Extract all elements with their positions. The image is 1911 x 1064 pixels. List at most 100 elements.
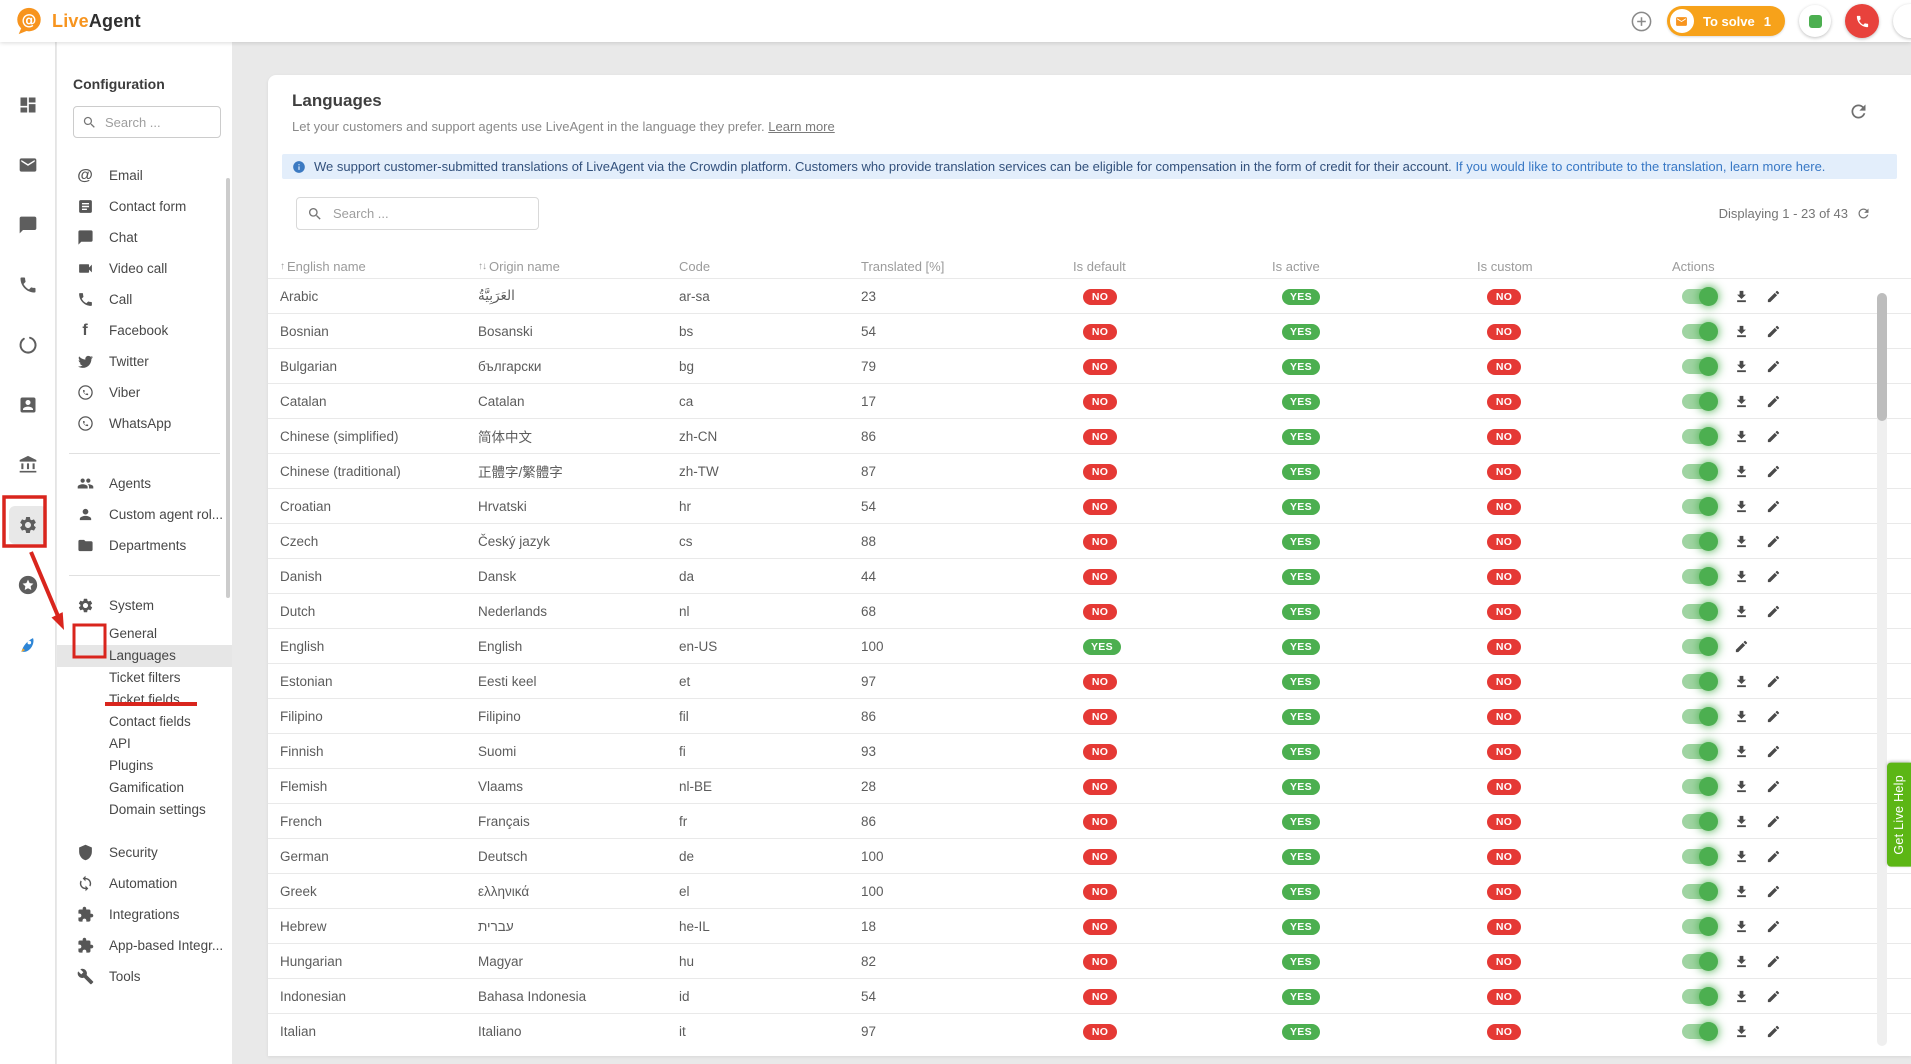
active-toggle[interactable] <box>1682 569 1717 584</box>
edit-icon[interactable] <box>1766 884 1781 899</box>
table-row[interactable]: Dutch Nederlands nl 68 NO YES NO <box>268 593 1911 628</box>
active-toggle[interactable] <box>1682 639 1717 654</box>
edit-icon[interactable] <box>1766 849 1781 864</box>
edit-icon[interactable] <box>1766 779 1781 794</box>
table-row[interactable]: Greek ελληνικά el 100 NO YES NO <box>268 873 1911 908</box>
active-toggle[interactable] <box>1682 709 1717 724</box>
edit-icon[interactable] <box>1766 324 1781 339</box>
download-icon[interactable] <box>1734 604 1749 619</box>
table-row[interactable]: Hebrew עברית he-IL 18 NO YES NO <box>268 908 1911 943</box>
column-header-origin-name[interactable]: ↑↓Origin name <box>478 259 679 274</box>
edit-icon[interactable] <box>1766 289 1781 304</box>
sidebar-item-viber[interactable]: Viber <box>69 377 232 408</box>
sidebar-search[interactable] <box>73 106 221 138</box>
table-row[interactable]: Arabic العَرَبِيَّةُ ar-sa 23 NO YES NO <box>268 278 1911 313</box>
table-row[interactable]: Danish Dansk da 44 NO YES NO <box>268 558 1911 593</box>
table-row[interactable]: Czech Český jazyk cs 88 NO YES NO <box>268 523 1911 558</box>
table-row[interactable]: Hungarian Magyar hu 82 NO YES NO <box>268 943 1911 978</box>
download-icon[interactable] <box>1734 779 1749 794</box>
download-icon[interactable] <box>1734 849 1749 864</box>
download-icon[interactable] <box>1734 919 1749 934</box>
table-row[interactable]: Filipino Filipino fil 86 NO YES NO <box>268 698 1911 733</box>
edit-icon[interactable] <box>1766 464 1781 479</box>
download-icon[interactable] <box>1734 359 1749 374</box>
edit-icon[interactable] <box>1766 359 1781 374</box>
sidebar-item-whatsapp[interactable]: WhatsApp <box>69 408 232 439</box>
column-header-english-name[interactable]: ↑English name <box>280 259 478 274</box>
sidebar-item-chat[interactable]: Chat <box>69 222 232 253</box>
download-icon[interactable] <box>1734 534 1749 549</box>
active-toggle[interactable] <box>1682 289 1717 304</box>
download-icon[interactable] <box>1734 884 1749 899</box>
rail-item-phone[interactable] <box>11 268 45 302</box>
sidebar-item-agents[interactable]: Agents <box>69 468 232 499</box>
active-toggle[interactable] <box>1682 954 1717 969</box>
edit-icon[interactable] <box>1734 639 1749 654</box>
learn-more-link[interactable]: Learn more <box>768 119 834 134</box>
download-icon[interactable] <box>1734 394 1749 409</box>
sidebar-subitem-ticket-filters[interactable]: Ticket filters <box>69 667 232 689</box>
download-icon[interactable] <box>1734 814 1749 829</box>
table-row[interactable]: Flemish Vlaams nl-BE 28 NO YES NO <box>268 768 1911 803</box>
edit-icon[interactable] <box>1766 709 1781 724</box>
sidebar-subitem-ticket-fields[interactable]: Ticket fields <box>69 689 232 711</box>
table-row[interactable]: Chinese (simplified) 简体中文 zh-CN 86 NO YE… <box>268 418 1911 453</box>
table-row[interactable]: Estonian Eesti keel et 97 NO YES NO <box>268 663 1911 698</box>
active-toggle[interactable] <box>1682 499 1717 514</box>
active-toggle[interactable] <box>1682 779 1717 794</box>
active-toggle[interactable] <box>1682 534 1717 549</box>
sidebar-item-call[interactable]: Call <box>69 284 232 315</box>
table-row[interactable]: Bosnian Bosanski bs 54 NO YES NO <box>268 313 1911 348</box>
edit-icon[interactable] <box>1766 534 1781 549</box>
chat-status-button[interactable] <box>1799 5 1831 37</box>
active-toggle[interactable] <box>1682 324 1717 339</box>
sidebar-scrollbar[interactable] <box>226 178 230 598</box>
table-row[interactable]: Italian Italiano it 97 NO YES NO <box>268 1013 1911 1048</box>
rail-item-star[interactable] <box>11 568 45 602</box>
edit-icon[interactable] <box>1766 394 1781 409</box>
sidebar-item-integrations[interactable]: Integrations <box>69 899 232 930</box>
table-search-input[interactable] <box>331 205 528 222</box>
get-live-help-tab[interactable]: Get Live Help <box>1887 763 1911 867</box>
table-row[interactable]: English English en-US 100 YES YES NO <box>268 628 1911 663</box>
sidebar-subitem-general[interactable]: General <box>69 623 232 645</box>
active-toggle[interactable] <box>1682 989 1717 1004</box>
sidebar-subitem-contact-fields[interactable]: Contact fields <box>69 711 232 733</box>
sidebar-item-tools[interactable]: Tools <box>69 961 232 992</box>
sidebar-item-facebook[interactable]: fFacebook <box>69 315 232 346</box>
download-icon[interactable] <box>1734 1024 1749 1039</box>
download-icon[interactable] <box>1734 709 1749 724</box>
table-row[interactable]: Catalan Catalan ca 17 NO YES NO <box>268 383 1911 418</box>
active-toggle[interactable] <box>1682 359 1717 374</box>
active-toggle[interactable] <box>1682 744 1717 759</box>
phone-status-button[interactable] <box>1845 4 1879 38</box>
edit-icon[interactable] <box>1766 954 1781 969</box>
edit-icon[interactable] <box>1766 989 1781 1004</box>
rail-item-dashboard[interactable] <box>11 88 45 122</box>
active-toggle[interactable] <box>1682 394 1717 409</box>
table-search[interactable] <box>296 197 539 230</box>
table-row[interactable]: French Français fr 86 NO YES NO <box>268 803 1911 838</box>
sidebar-subitem-languages[interactable]: Languages <box>57 645 232 667</box>
download-icon[interactable] <box>1734 499 1749 514</box>
edit-icon[interactable] <box>1766 814 1781 829</box>
sidebar-item-departments[interactable]: Departments <box>69 530 232 561</box>
rail-item-chat[interactable] <box>11 208 45 242</box>
active-toggle[interactable] <box>1682 884 1717 899</box>
download-icon[interactable] <box>1734 954 1749 969</box>
edit-icon[interactable] <box>1766 429 1781 444</box>
sidebar-search-input[interactable] <box>103 114 212 131</box>
scrollbar-thumb[interactable] <box>1877 293 1887 421</box>
edit-icon[interactable] <box>1766 499 1781 514</box>
table-row[interactable]: German Deutsch de 100 NO YES NO <box>268 838 1911 873</box>
sidebar-item-app-based-integr[interactable]: App-based Integr... <box>69 930 232 961</box>
active-toggle[interactable] <box>1682 814 1717 829</box>
sidebar-item-security[interactable]: Security <box>69 837 232 868</box>
download-icon[interactable] <box>1734 569 1749 584</box>
sidebar-subitem-gamification[interactable]: Gamification <box>69 777 232 799</box>
active-toggle[interactable] <box>1682 1024 1717 1039</box>
sidebar-subitem-domain-settings[interactable]: Domain settings <box>69 799 232 821</box>
sidebar-subitem-api[interactable]: API <box>69 733 232 755</box>
download-icon[interactable] <box>1734 674 1749 689</box>
to-solve-button[interactable]: To solve 1 <box>1667 6 1785 36</box>
